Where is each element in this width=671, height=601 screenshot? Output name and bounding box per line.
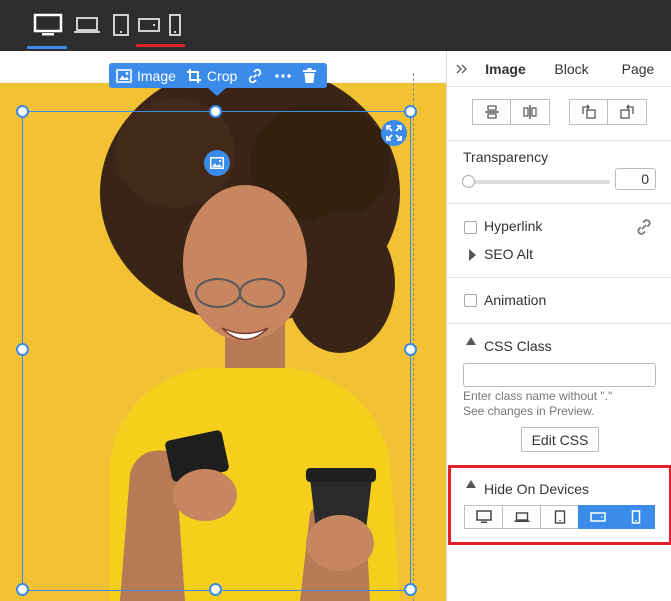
hide-desktop-button[interactable] <box>464 505 503 529</box>
send-backward-button[interactable] <box>569 99 608 125</box>
crop-button-label: Crop <box>206 67 238 84</box>
hyperlink-chain-icon[interactable] <box>635 218 653 239</box>
resize-handle-bottom-left[interactable] <box>16 583 29 596</box>
mobile-landscape-device-icon[interactable] <box>137 10 161 40</box>
image-floating-toolbar: Image Crop <box>109 63 327 88</box>
align-button-group <box>472 99 550 125</box>
resize-handle-right[interactable] <box>404 343 417 356</box>
arrange-section <box>447 87 671 141</box>
active-device-indicator <box>27 46 67 49</box>
image-button[interactable]: Image <box>116 68 176 84</box>
transparency-label: Transparency <box>463 149 549 165</box>
css-class-hint: Enter class name without "." <box>463 389 613 403</box>
image-selection-box <box>22 111 411 591</box>
image-icon <box>116 68 132 83</box>
resize-handle-left[interactable] <box>16 343 29 356</box>
desktop-icon <box>475 510 492 523</box>
bring-forward-button[interactable] <box>607 99 647 125</box>
animation-label: Animation <box>484 292 547 308</box>
resize-handle-top-right[interactable] <box>404 105 417 118</box>
mobile-portrait-icon <box>631 510 640 524</box>
toolbar-pointer <box>208 88 226 96</box>
resize-handle-top-left[interactable] <box>16 105 29 118</box>
more-options-icon[interactable] <box>275 73 291 78</box>
css-class-input[interactable] <box>463 363 656 387</box>
tab-image[interactable]: Image <box>477 61 534 77</box>
tablet-device-icon[interactable] <box>111 10 131 40</box>
seo-alt-label[interactable]: SEO Alt <box>484 246 533 262</box>
align-horizontal-icon <box>523 105 537 119</box>
hide-on-devices-label: Hide On Devices <box>484 481 590 497</box>
transparency-slider-track[interactable] <box>469 180 610 184</box>
resize-handle-top[interactable] <box>209 105 222 118</box>
crop-button[interactable]: Crop <box>186 68 237 84</box>
panel-tabs: Image Block Page <box>447 51 671 87</box>
hyperlink-section: Hyperlink SEO Alt <box>447 204 671 278</box>
expand-icon[interactable] <box>381 120 407 146</box>
resize-handle-bottom[interactable] <box>209 583 222 596</box>
properties-panel: Image Block Page Transparency Hyperlink … <box>446 51 671 601</box>
hide-devices-collapse-icon[interactable] <box>466 480 476 488</box>
align-vertical-icon <box>484 105 499 119</box>
image-type-icon <box>204 150 230 176</box>
resize-handle-bottom-right[interactable] <box>404 583 417 596</box>
bring-forward-icon <box>620 104 634 119</box>
mobile-landscape-icon <box>589 512 606 522</box>
hide-devices-buttons <box>464 505 655 529</box>
hide-laptop-button[interactable] <box>502 505 541 529</box>
device-preview-bar <box>0 0 671 51</box>
transparency-slider-thumb[interactable] <box>462 175 475 188</box>
hide-on-devices-section: Hide On Devices <box>448 465 671 545</box>
laptop-device-icon[interactable] <box>72 10 102 40</box>
css-class-label: CSS Class <box>484 338 552 354</box>
link-icon[interactable] <box>247 68 263 84</box>
collapse-panel-icon[interactable] <box>447 61 477 77</box>
tablet-icon <box>554 510 565 524</box>
hide-mobile-landscape-button[interactable] <box>578 505 617 529</box>
animation-checkbox[interactable] <box>464 294 477 307</box>
send-backward-icon <box>581 104 596 119</box>
order-button-group <box>569 99 647 125</box>
animation-section: Animation <box>447 278 671 324</box>
laptop-icon <box>514 512 529 522</box>
align-horizontal-center-button[interactable] <box>510 99 550 125</box>
tab-block[interactable]: Block <box>534 61 609 77</box>
crop-icon <box>186 68 202 84</box>
css-preview-hint: See changes in Preview. <box>463 404 595 418</box>
layout-guide-line <box>413 73 414 601</box>
seo-alt-expand-icon[interactable] <box>469 249 476 261</box>
hide-mobile-portrait-button[interactable] <box>616 505 655 529</box>
align-vertical-center-button[interactable] <box>472 99 511 125</box>
mobile-landscape-highlight <box>136 44 185 47</box>
hide-tablet-button[interactable] <box>540 505 579 529</box>
css-class-collapse-icon[interactable] <box>466 337 476 345</box>
delete-icon[interactable] <box>303 68 317 83</box>
tab-page[interactable]: Page <box>609 61 667 77</box>
image-button-label: Image <box>137 67 176 84</box>
mobile-portrait-device-icon[interactable] <box>166 10 184 40</box>
hyperlink-label: Hyperlink <box>484 218 543 234</box>
desktop-device-icon[interactable] <box>31 10 65 40</box>
edit-css-button[interactable]: Edit CSS <box>521 427 599 452</box>
hyperlink-checkbox[interactable] <box>464 221 477 234</box>
transparency-value-input[interactable]: 0 <box>615 168 656 190</box>
editor-canvas <box>0 51 446 601</box>
